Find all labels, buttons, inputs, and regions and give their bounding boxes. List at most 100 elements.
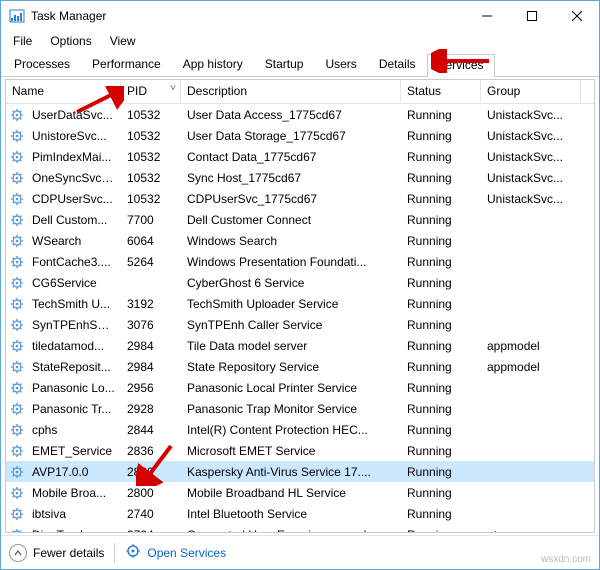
cell-status: Running [401,423,481,437]
cell-status: Running [401,129,481,143]
service-row[interactable]: ibtsiva2740Intel Bluetooth ServiceRunnin… [6,503,594,524]
cell-status: Running [401,234,481,248]
gear-icon [10,318,24,332]
service-row[interactable]: PimIndexMai...10532Contact Data_1775cd67… [6,146,594,167]
service-row[interactable]: TechSmith U...3192TechSmith Uploader Ser… [6,293,594,314]
cell-name: DiagTrack [26,528,121,533]
cell-status: Running [401,192,481,206]
service-row[interactable]: DiagTrack2724Connected User Experiences … [6,524,594,532]
column-header-pid[interactable]: PID [121,80,181,103]
gear-icon [10,171,24,185]
cell-status: Running [401,381,481,395]
chevron-up-icon[interactable] [9,544,27,562]
service-row[interactable]: StateReposit...2984State Repository Serv… [6,356,594,377]
minimize-button[interactable] [464,1,509,31]
cell-pid: 10532 [121,150,181,164]
service-row[interactable]: FontCache3....5264Windows Presentation F… [6,251,594,272]
cell-pid: 7700 [121,213,181,227]
footer: Fewer details Open Services [1,535,599,569]
service-row[interactable]: UserDataSvc...10532User Data Access_1775… [6,104,594,125]
cell-name: Panasonic Tr... [26,402,121,416]
service-row[interactable]: WSearch6064Windows SearchRunning [6,230,594,251]
service-row[interactable]: UnistoreSvc...10532User Data Storage_177… [6,125,594,146]
cell-status: Running [401,339,481,353]
cell-description: CDPUserSvc_1775cd67 [181,192,401,206]
close-button[interactable] [554,1,599,31]
cell-group: UnistackSvc... [481,129,571,143]
service-row[interactable]: tiledatamod...2984Tile Data model server… [6,335,594,356]
cell-description: Sync Host_1775cd67 [181,171,401,185]
service-row[interactable]: Dell Custom...7700Dell Customer ConnectR… [6,209,594,230]
cell-name: PimIndexMai... [26,150,121,164]
services-grid: Name PID Description Status Group UserDa… [5,79,595,533]
cell-status: Running [401,507,481,521]
service-row[interactable]: OneSyncSvc_...10532Sync Host_1775cd67Run… [6,167,594,188]
tab-details[interactable]: Details [368,53,427,76]
cell-name: WSearch [26,234,121,248]
cell-name: SynTPEnhSer... [26,318,121,332]
column-headers: Name PID Description Status Group [6,80,594,104]
service-row[interactable]: Panasonic Tr...2928Panasonic Trap Monito… [6,398,594,419]
menu-view[interactable]: View [102,32,144,50]
cell-description: Intel(R) Content Protection HEC... [181,423,401,437]
cell-pid: 2844 [121,423,181,437]
menu-file[interactable]: File [5,32,40,50]
tab-processes[interactable]: Processes [3,53,81,76]
cell-description: Kaspersky Anti-Virus Service 17.... [181,465,401,479]
gear-icon [10,444,24,458]
fewer-details-button[interactable]: Fewer details [33,546,104,560]
service-row[interactable]: CDPUserSvc...10532CDPUserSvc_1775cd67Run… [6,188,594,209]
service-rows[interactable]: UserDataSvc... 10532 User Data Access_1775… [6,104,594,532]
column-header-group[interactable]: Group [481,80,581,103]
cell-pid: 2800 [121,486,181,500]
menu-options[interactable]: Options [42,32,99,50]
cell-status: Running [401,402,481,416]
cell-group: UnistackSvc... [481,150,571,164]
maximize-button[interactable] [509,1,554,31]
cell-pid: 6064 [121,234,181,248]
service-row[interactable]: SynTPEnhSer...3076SynTPEnh Caller Servic… [6,314,594,335]
cell-description: Windows Search [181,234,401,248]
cell-description: CyberGhost 6 Service [181,276,401,290]
open-services-link[interactable]: Open Services [147,546,226,560]
cell-group: UnistackSvc... [481,108,571,122]
column-header-name[interactable]: Name [6,80,121,103]
cell-name: UserDataSvc... [26,108,121,122]
cell-name: OneSyncSvc_... [26,171,121,185]
cell-name: cphs [26,423,121,437]
column-header-description[interactable]: Description [181,80,401,103]
tab-startup[interactable]: Startup [254,53,315,76]
gear-icon [10,213,24,227]
gear-icon [10,402,24,416]
cell-pid: 2740 [121,507,181,521]
tab-users[interactable]: Users [314,53,367,76]
cell-name: Panasonic Lo... [26,381,121,395]
cell-status: Running [401,528,481,533]
cell-description: Dell Customer Connect [181,213,401,227]
service-row[interactable]: EMET_Service2836Microsoft EMET ServiceRu… [6,440,594,461]
cell-description: Connected User Experiences and... [181,528,401,533]
column-header-status[interactable]: Status [401,80,481,103]
cell-description: Tile Data model server [181,339,401,353]
service-row[interactable]: CG6ServiceCyberGhost 6 ServiceRunning [6,272,594,293]
gear-icon [10,150,24,164]
watermark: wsxdn.com [541,554,591,565]
cell-pid: 2984 [121,360,181,374]
gear-icon [10,255,24,269]
tab-app-history[interactable]: App history [172,53,254,76]
gear-icon [10,108,24,122]
cell-status: Running [401,276,481,290]
service-row[interactable]: Panasonic Lo...2956Panasonic Local Print… [6,377,594,398]
tab-performance[interactable]: Performance [81,53,172,76]
cell-status: Running [401,465,481,479]
cell-name: Mobile Broa... [26,486,121,500]
cell-pid: 2984 [121,339,181,353]
service-row[interactable]: AVP17.0.02820Kaspersky Anti-Virus Servic… [6,461,594,482]
gear-icon [10,507,24,521]
cell-description: Windows Presentation Foundati... [181,255,401,269]
service-row[interactable]: Mobile Broa...2800Mobile Broadband HL Se… [6,482,594,503]
app-icon [9,8,25,24]
tab-services[interactable]: Services [427,54,495,77]
service-row[interactable]: cphs2844Intel(R) Content Protection HEC.… [6,419,594,440]
cell-description: User Data Access_1775cd67 [181,108,401,122]
